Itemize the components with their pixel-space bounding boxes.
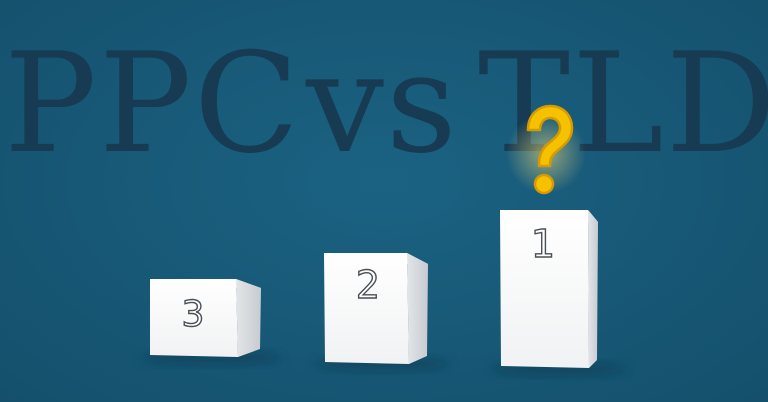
- podium-illustration: 3 2 1: [142, 210, 626, 376]
- podium-second-label: 2: [356, 263, 380, 307]
- question-mark-icon: [506, 104, 586, 195]
- podium-second-place: 2: [324, 253, 428, 364]
- podium-third-label: 3: [182, 294, 205, 335]
- podium-first-place: 1: [500, 210, 598, 368]
- podium-third-place: 3: [150, 279, 261, 357]
- podium-first-label: 1: [531, 222, 555, 266]
- banner: PPC vs TLD 3 2 1: [0, 0, 768, 402]
